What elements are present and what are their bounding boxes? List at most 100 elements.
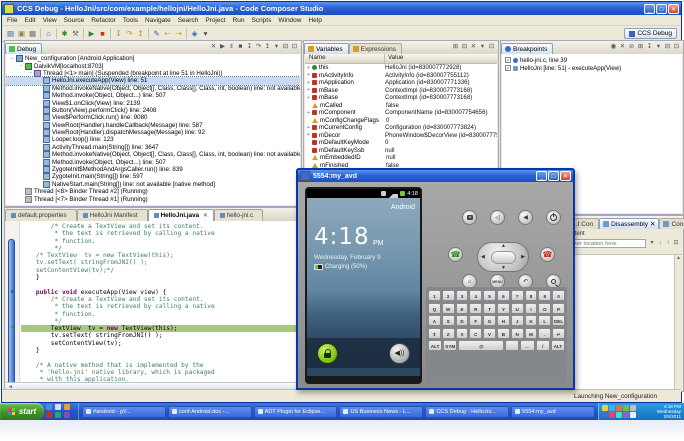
keyboard-key[interactable]: SYM — [443, 340, 458, 351]
taskbar-window-button[interactable]: CCS Debug - HelloJni... — [425, 405, 510, 418]
keyboard-key[interactable]: 1 — [428, 290, 441, 301]
tab-close-icon[interactable]: ✕ — [650, 220, 655, 228]
taskbar-window-button[interactable]: US Business News - L... — [339, 405, 424, 418]
keyboard-key[interactable]: 5 — [483, 290, 496, 301]
keyboard-key[interactable]: 8 — [524, 290, 538, 301]
keyboard-key[interactable]: J — [510, 315, 524, 326]
variable-expander[interactable]: + — [305, 132, 312, 138]
toolbar-icon[interactable]: ⌂ — [43, 28, 54, 39]
keyboard-key[interactable]: ← — [520, 340, 535, 351]
title-bar[interactable]: CCS Debug - HelloJni/src/com/example/hel… — [2, 2, 681, 15]
tab-close-icon[interactable]: ✕ — [203, 213, 208, 219]
column-name[interactable]: Name — [305, 54, 385, 63]
debug-stack-frame[interactable]: − Thread [<1> main] (Suspended (breakpoi… — [6, 69, 300, 77]
debug-toolbar-icon[interactable]: ▾ — [272, 42, 281, 52]
variables-toolbar-icon[interactable]: ▾ — [478, 42, 487, 52]
toolbar-icon[interactable]: ⇢ — [173, 28, 184, 39]
toolbar-icon[interactable] — [83, 28, 84, 39]
variable-expander[interactable]: + — [305, 65, 312, 71]
debug-stack-frame[interactable]: ZygoteInit$MethodAndArgsCaller.run() lin… — [6, 166, 300, 174]
variable-row[interactable]: + mBase ContextImpl (id=830007773168) — [305, 94, 497, 102]
debug-stack-frame[interactable]: Thread [<7> Binder Thread #1] (Running) — [6, 195, 300, 203]
variable-row[interactable]: + mComponent ComponentName (id=830007754… — [305, 109, 497, 117]
variable-row[interactable]: + mCurrentConfig Configuration (id=83000… — [305, 124, 497, 132]
location-toolbar-icon[interactable]: ↓ — [656, 239, 664, 248]
emulator-close-button[interactable]: ✕ — [560, 171, 571, 181]
variable-row[interactable]: mDefaultKeyMode 0 — [305, 139, 497, 147]
keyboard-key[interactable]: 6 — [496, 290, 510, 301]
toolbar-icon[interactable]: ▾ — [200, 28, 211, 39]
breakpoint-checkbox[interactable]: ✓ — [505, 57, 511, 64]
location-toolbar-icon[interactable]: ▾ — [648, 239, 656, 248]
debug-stack-frame[interactable]: View$1.onClick(View) line: 2139 — [6, 99, 300, 107]
disassembly-scrollbar[interactable]: ▲ — [674, 255, 682, 390]
keyboard-key[interactable]: . — [538, 327, 552, 339]
toolbar-icon[interactable]: ↷ — [124, 28, 135, 39]
variables-toolbar-icon[interactable]: ⊡ — [487, 42, 496, 52]
dpad-right-icon[interactable]: ▶ — [521, 254, 525, 260]
variable-expander[interactable]: + — [305, 80, 312, 86]
debug-stack-frame[interactable]: Button(View).performClick() line: 2408 — [6, 106, 300, 114]
close-button[interactable]: ✕ — [668, 3, 679, 14]
keyboard-key[interactable]: N — [510, 327, 524, 339]
debug-stack-frame[interactable]: Method.invoke(Object, Object...) line: 5… — [6, 158, 300, 166]
keyboard-key[interactable]: V — [483, 327, 496, 339]
debug-stack-frame[interactable]: HelloJni.executeApp(View) line: 51 — [6, 76, 300, 86]
breakpoints-toolbar-icon[interactable]: ⊡ — [672, 42, 681, 52]
tree-expander[interactable]: − — [27, 70, 34, 76]
keyboard-key[interactable]: ↵ — [552, 327, 565, 339]
editor-tab[interactable]: HelloJni.java ✕ — [147, 209, 214, 221]
keyboard-key[interactable]: Q — [428, 302, 441, 314]
quick-launch-icon[interactable] — [46, 412, 52, 418]
keyboard-key[interactable]: W — [441, 302, 455, 314]
keyboard-key[interactable]: E — [455, 302, 469, 314]
breakpoints-toolbar-icon[interactable]: ▾ — [654, 42, 663, 52]
call-button[interactable]: ☎ — [448, 247, 463, 262]
debug-stack-frame[interactable]: ActivityThread.main(String[]) line: 3647 — [6, 143, 300, 151]
emulator-minimize-button[interactable]: _ — [536, 171, 547, 181]
keyboard-key[interactable]: 4 — [469, 290, 483, 301]
taskbar-window-button[interactable]: conf-Android.doc -... — [167, 405, 252, 418]
tray-icon[interactable] — [630, 411, 636, 418]
tray-icon[interactable] — [623, 404, 629, 411]
keyboard-key[interactable]: G — [483, 315, 496, 326]
quick-launch-icon[interactable] — [64, 412, 70, 418]
breakpoints-toolbar-icon[interactable]: ⊞ — [636, 42, 645, 52]
keyboard-key[interactable]: I — [524, 302, 538, 314]
debug-toolbar-icon[interactable]: ▶ — [218, 42, 227, 52]
tray-icon[interactable] — [630, 404, 636, 411]
column-value[interactable]: Value — [385, 54, 497, 63]
toolbar-icon[interactable]: ↧ — [113, 28, 124, 39]
keyboard-key[interactable]: O — [538, 302, 552, 314]
location-toolbar-icon[interactable]: ↑ — [664, 239, 672, 248]
start-button[interactable]: start — [0, 403, 44, 420]
variable-expander[interactable]: + — [305, 125, 312, 131]
phone-lock-screen[interactable]: Android 4:18 PM Wednesday, February 9 Ch… — [307, 198, 420, 376]
toolbar-icon[interactable]: ✎ — [151, 28, 162, 39]
keyboard-key[interactable]: 0 — [552, 290, 565, 301]
location-toolbar-icon[interactable]: ⊡ — [672, 239, 680, 248]
debug-stack-frame[interactable]: ZygoteInit.main(String[]) line: 597 — [6, 173, 300, 181]
debug-stack-frame[interactable]: ViewRoot(Handler).handleCallback(Message… — [6, 121, 300, 129]
debug-stack-frame[interactable]: NativeStart.main(String[]) line: not ava… — [6, 180, 300, 188]
keyboard-key[interactable]: R — [469, 302, 483, 314]
menu-item[interactable]: Window — [278, 17, 301, 24]
debug-toolbar-icon[interactable]: ↧ — [245, 42, 254, 52]
maximize-button[interactable]: □ — [656, 3, 667, 14]
variable-expander[interactable]: + — [305, 87, 312, 93]
debug-stack-frame[interactable]: Thread [<8> Binder Thread #2] (Running) — [6, 188, 300, 196]
debug-stack-frame[interactable]: Method.invoke(Object, Object...) line: 5… — [6, 92, 300, 100]
tab-disassembly[interactable]: Console — [659, 218, 684, 229]
volume-down-button[interactable]: ◁ — [490, 210, 505, 225]
keyboard-key[interactable]: DEL — [552, 315, 565, 326]
toolbar-icon[interactable]: ✱ — [59, 28, 70, 39]
keyboard-key[interactable]: P — [552, 302, 565, 314]
keyboard-key[interactable]: X — [455, 327, 469, 339]
keyboard-key[interactable]: F — [469, 315, 483, 326]
menu-item[interactable]: Source — [64, 17, 85, 24]
keyboard-key[interactable]: L — [538, 315, 552, 326]
editor-tab[interactable]: default.properties — [5, 209, 77, 221]
minimize-button[interactable]: _ — [644, 3, 655, 14]
quick-launch-icon[interactable] — [55, 404, 61, 410]
toolbar-icon[interactable]: ⇠ — [162, 28, 173, 39]
